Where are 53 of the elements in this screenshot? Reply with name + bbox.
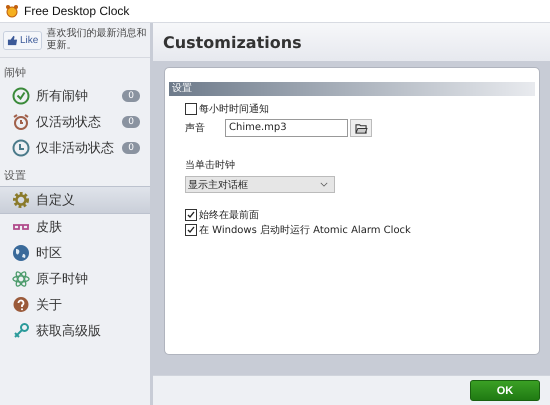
key-icon bbox=[12, 322, 30, 340]
window-title: Free Desktop Clock bbox=[24, 4, 130, 18]
alarm-clock-icon bbox=[5, 4, 19, 18]
checkbox[interactable] bbox=[185, 208, 197, 220]
checkbox-label: 每小时时间通知 bbox=[199, 102, 269, 116]
sidebar-item[interactable]: 仅非活动状态 0 bbox=[0, 135, 150, 161]
gear-icon bbox=[12, 191, 30, 209]
ok-button[interactable]: OK bbox=[470, 380, 540, 401]
checkbox-label: 始终在最前面 bbox=[199, 208, 259, 222]
field-label: 当单击时钟 bbox=[185, 158, 236, 172]
help-icon bbox=[12, 296, 30, 314]
group-header: 设置 bbox=[169, 82, 535, 96]
sidebar-item[interactable]: 原子时钟 bbox=[0, 266, 150, 292]
item-label: 自定义 bbox=[36, 192, 76, 209]
sidebar-item[interactable]: 时区 bbox=[0, 240, 150, 266]
item-label: 皮肤 bbox=[36, 219, 63, 236]
item-label: 仅活动状态 bbox=[36, 114, 102, 131]
count-badge: 0 bbox=[122, 116, 140, 128]
sidebar-item[interactable]: 仅活动状态 0 bbox=[0, 109, 150, 135]
section-heading: 闹钟 bbox=[3, 65, 27, 81]
field-label: 声音 bbox=[185, 122, 206, 135]
glasses-icon bbox=[12, 224, 30, 230]
sound-field[interactable]: Chime.mp3 bbox=[225, 119, 348, 137]
atom-icon bbox=[12, 270, 30, 288]
clock-icon bbox=[12, 87, 30, 105]
checkbox[interactable] bbox=[185, 224, 197, 236]
action-dropdown[interactable]: 显示主对话框 bbox=[185, 176, 335, 193]
folder-icon bbox=[354, 122, 368, 134]
globe-icon bbox=[12, 244, 30, 262]
item-label: 所有闹钟 bbox=[36, 88, 89, 105]
sidebar-item[interactable]: 获取高级版 bbox=[0, 318, 150, 344]
item-label: 仅非活动状态 bbox=[36, 140, 115, 157]
chevron-down-icon bbox=[320, 182, 328, 187]
like-message: 喜欢我们的最新消息和更新。 bbox=[46, 28, 147, 52]
sidebar-item[interactable]: 自定义 bbox=[0, 186, 150, 214]
sidebar-item[interactable]: 所有闹钟 0 bbox=[0, 83, 150, 109]
like-button[interactable]: Like bbox=[3, 30, 42, 50]
section-heading: 设置 bbox=[3, 168, 27, 184]
item-label: 关于 bbox=[36, 297, 63, 314]
alarm-clock-icon bbox=[12, 113, 30, 131]
browse-button[interactable] bbox=[350, 119, 372, 137]
thumbs-up-icon bbox=[7, 34, 18, 46]
clock-icon bbox=[12, 139, 30, 157]
item-label: 获取高级版 bbox=[36, 323, 102, 340]
count-badge: 0 bbox=[122, 90, 140, 102]
item-label: 原子时钟 bbox=[36, 271, 89, 288]
item-label: 时区 bbox=[36, 245, 63, 262]
sidebar-item[interactable]: 关于 bbox=[0, 292, 150, 318]
checkbox[interactable] bbox=[185, 102, 197, 114]
count-badge: 0 bbox=[122, 142, 140, 154]
checkbox-label: 在 Windows 启动时运行 Atomic Alarm Clock bbox=[199, 224, 411, 236]
sidebar-item[interactable]: 皮肤 bbox=[0, 214, 150, 240]
page-title: Customizations bbox=[163, 32, 302, 52]
